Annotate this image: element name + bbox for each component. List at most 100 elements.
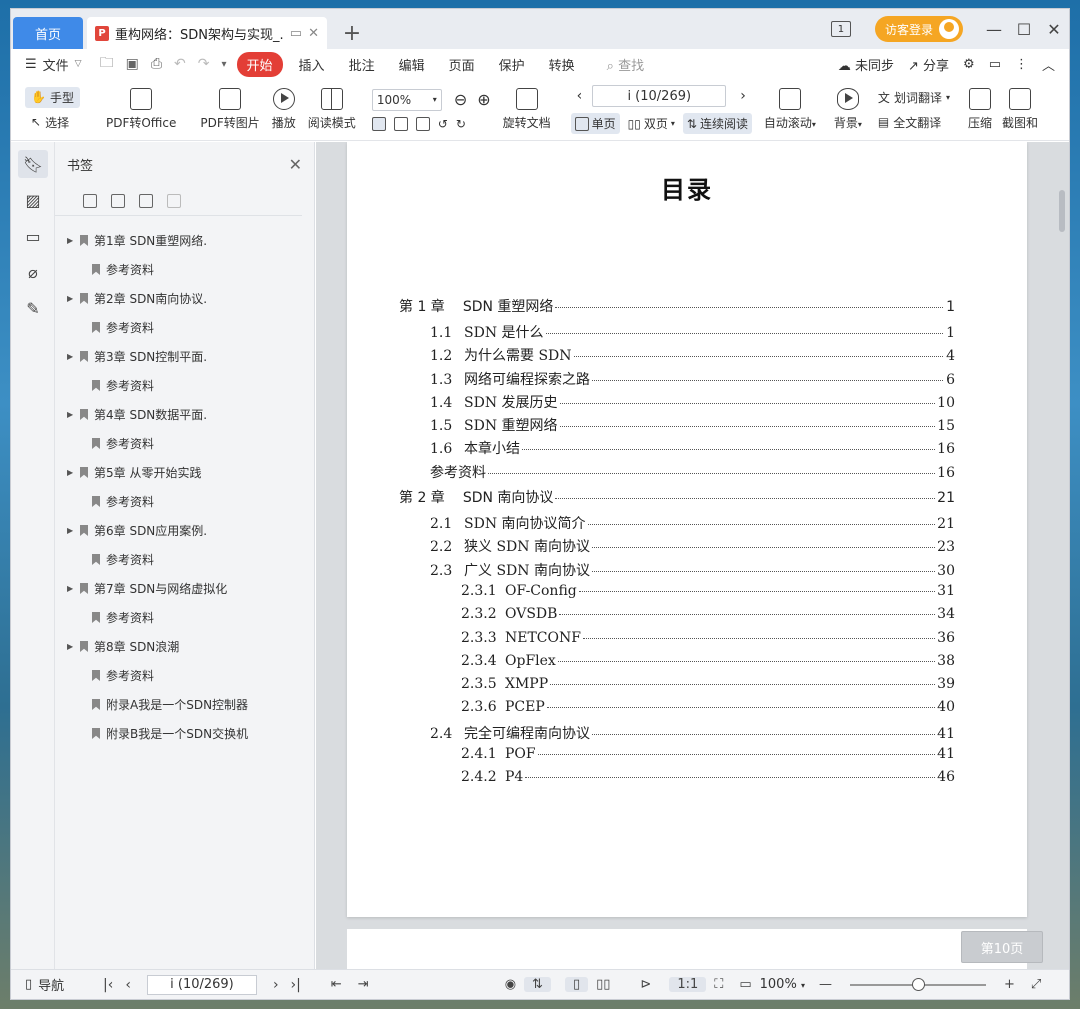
status-zoom-select[interactable]: 100% ▾ bbox=[760, 977, 805, 992]
undo-icon[interactable]: ↶ bbox=[168, 56, 192, 72]
zoom-select[interactable]: 100% ▾ bbox=[371, 88, 442, 111]
next-page-status-icon[interactable]: › bbox=[267, 977, 285, 993]
toc-entry[interactable]: 参考资料 16 bbox=[399, 462, 955, 485]
save-icon[interactable]: ▣ bbox=[120, 56, 145, 72]
bookmark-item[interactable]: ▶ 第7章 SDN与网络虚拟化 bbox=[55, 574, 314, 603]
toc-entry[interactable]: 2.4.2 P4 46 bbox=[399, 769, 955, 792]
single-page-status-icon[interactable]: ▯ bbox=[564, 977, 589, 992]
bookmark-item[interactable]: ▶ 第1章 SDN重塑网络. bbox=[55, 226, 314, 255]
double-page-status-icon[interactable]: ▯▯ bbox=[588, 977, 618, 992]
play-button[interactable]: 播放 bbox=[272, 88, 296, 131]
close-panel-icon[interactable]: ✕ bbox=[289, 155, 302, 174]
play-status-icon[interactable]: ⊳ bbox=[632, 977, 659, 992]
toc-entry[interactable]: 第 2 章 SDN 南向协议 21 bbox=[399, 487, 955, 513]
eye-mode-icon[interactable]: ◉ bbox=[497, 977, 524, 992]
zoom-out-status-icon[interactable]: — bbox=[811, 977, 840, 992]
fit-page-status-icon[interactable]: ⛶ bbox=[706, 977, 731, 992]
new-tab-button[interactable]: + bbox=[337, 17, 367, 49]
pdf-to-office-button[interactable]: PDF转Office bbox=[106, 88, 176, 131]
bookmark-icon[interactable] bbox=[139, 193, 153, 208]
word-translate-button[interactable]: 文划词翻译 ▾ bbox=[872, 87, 956, 108]
more-icon[interactable]: ⋮ bbox=[1015, 57, 1028, 72]
gear-icon[interactable]: ⚙ bbox=[963, 57, 975, 72]
monitor-icon[interactable]: ▭ bbox=[290, 26, 302, 41]
bookmark-item[interactable]: ▶ 第8章 SDN浪潮 bbox=[55, 632, 314, 661]
quick-access-dropdown-icon[interactable]: ▾ bbox=[216, 59, 233, 70]
toc-entry[interactable]: 1.4 SDN 发展历史 10 bbox=[399, 392, 955, 415]
bookmark-item[interactable]: ▶ 第5章 从零开始实践 bbox=[55, 458, 314, 487]
bookmark-item[interactable]: 参考资料 bbox=[55, 487, 314, 516]
next-page-icon[interactable]: › bbox=[730, 88, 756, 104]
tab-edit[interactable]: 编辑 bbox=[387, 55, 437, 74]
zoom-slider-knob[interactable] bbox=[911, 977, 925, 991]
delete-bookmark-icon[interactable] bbox=[167, 193, 181, 208]
bookmark-panel-icon[interactable]: 🔖︎ bbox=[18, 150, 48, 178]
bookmark-item[interactable]: ▶ 第6章 SDN应用案例. bbox=[55, 516, 314, 545]
toc-entry[interactable]: 2.3 广义 SDN 南向协议 30 bbox=[399, 560, 955, 583]
zoom-in-icon[interactable]: ⊕ bbox=[477, 90, 490, 109]
actual-size-icon[interactable] bbox=[371, 116, 386, 131]
bookmark-item[interactable]: 参考资料 bbox=[55, 371, 314, 400]
bookmark-item[interactable]: ▶ 第4章 SDN数据平面. bbox=[55, 400, 314, 429]
print-icon[interactable]: ⎙ bbox=[145, 56, 168, 72]
comment-panel-icon[interactable]: ▭ bbox=[18, 222, 48, 250]
auto-scroll-button[interactable]: 自动滚动▾ bbox=[764, 88, 816, 131]
fit-width-status-icon[interactable]: ▭ bbox=[731, 977, 759, 992]
bookmark-item[interactable]: 参考资料 bbox=[55, 255, 314, 284]
expand-arrow-icon[interactable]: ▶ bbox=[67, 236, 77, 245]
signature-icon[interactable]: ✎ bbox=[18, 294, 48, 322]
navigation-toggle[interactable]: ▯ 导航 bbox=[11, 975, 85, 994]
toc-entry[interactable]: 1.5 SDN 重塑网络 15 bbox=[399, 415, 955, 438]
hand-tool-button[interactable]: ✋ 手型 bbox=[25, 86, 80, 108]
expand-arrow-icon[interactable]: ▶ bbox=[67, 642, 77, 651]
document-view[interactable]: 目录 第 1 章 SDN 重塑网络 1 1.1 SDN 是什么 1 1.2 为什么需要 SDN… bbox=[316, 142, 1069, 969]
search-box[interactable]: ⌕ 查找 bbox=[607, 55, 644, 74]
first-page-icon[interactable]: |‹ bbox=[97, 977, 119, 993]
actual-size-status-icon[interactable]: 1:1 bbox=[669, 977, 707, 992]
sync-button[interactable]: ☁ 未同步 bbox=[838, 55, 894, 74]
status-page-input[interactable]: i (10/269) bbox=[146, 974, 257, 995]
continuous-status-icon[interactable]: ⇅ bbox=[524, 977, 551, 992]
close-tab-icon[interactable]: ✕ bbox=[308, 26, 319, 41]
tab-protect[interactable]: 保护 bbox=[487, 55, 537, 74]
home-tab[interactable]: 首页 bbox=[13, 17, 83, 49]
bookmark-item[interactable]: ▶ 第2章 SDN南向协议. bbox=[55, 284, 314, 313]
toc-entry[interactable]: 2.3.5 XMPP 39 bbox=[399, 676, 955, 699]
vertical-scrollbar[interactable] bbox=[1057, 142, 1067, 969]
add-child-bookmark-icon[interactable] bbox=[111, 193, 125, 208]
compress-button[interactable]: 压缩 bbox=[968, 88, 992, 131]
pdf-to-image-button[interactable]: PDF转图片 bbox=[200, 88, 260, 131]
last-page-icon[interactable]: ›| bbox=[285, 977, 307, 993]
full-translate-button[interactable]: ▤ 全文翻译 bbox=[872, 112, 956, 133]
rotate-left-icon[interactable]: ↺ bbox=[438, 117, 448, 131]
toc-entry[interactable]: 1.1 SDN 是什么 1 bbox=[399, 322, 955, 345]
prev-page-status-icon[interactable]: ‹ bbox=[119, 977, 137, 993]
scroll-thumb[interactable] bbox=[1059, 190, 1065, 232]
bookmark-item[interactable]: 参考资料 bbox=[55, 429, 314, 458]
toc-entry[interactable]: 1.2 为什么需要 SDN 4 bbox=[399, 345, 955, 368]
expand-arrow-icon[interactable]: ▶ bbox=[67, 294, 77, 303]
maximize-icon[interactable]: ☐ bbox=[1009, 20, 1039, 39]
continuous-read-button[interactable]: ⇅ 连续阅读 bbox=[682, 113, 752, 134]
file-menu[interactable]: ☰ 文件 ▽ bbox=[11, 55, 94, 74]
rotate-right-icon[interactable]: ↻ bbox=[456, 117, 466, 131]
tab-page[interactable]: 页面 bbox=[437, 55, 487, 74]
bookmark-item[interactable]: 参考资料 bbox=[55, 603, 314, 632]
forward-icon[interactable]: ⇥ bbox=[350, 977, 377, 992]
double-page-button[interactable]: ▯▯ 双页 ▾ bbox=[624, 113, 679, 134]
bookmark-item[interactable]: 附录A我是一个SDN控制器 bbox=[55, 690, 314, 719]
expand-arrow-icon[interactable]: ▶ bbox=[67, 584, 77, 593]
attachment-icon[interactable]: ⌀ bbox=[18, 258, 48, 286]
tab-annotate[interactable]: 批注 bbox=[337, 55, 387, 74]
expand-arrow-icon[interactable]: ▶ bbox=[67, 410, 77, 419]
comment-icon[interactable]: ▭ bbox=[989, 57, 1001, 72]
expand-arrow-icon[interactable]: ▶ bbox=[67, 526, 77, 535]
tab-convert[interactable]: 转换 bbox=[537, 55, 587, 74]
screenshot-button[interactable]: 截图和 bbox=[1002, 88, 1038, 131]
toc-entry[interactable]: 2.3.3 NETCONF 36 bbox=[399, 630, 955, 653]
document-tab[interactable]: P 重构网络：SDN架构与实现_.pdf ▭ ✕ bbox=[87, 17, 327, 49]
expand-arrow-icon[interactable]: ▶ bbox=[67, 352, 77, 361]
collapse-ribbon-icon[interactable]: ︿ bbox=[1042, 55, 1055, 74]
bookmark-item[interactable]: ▶ 第3章 SDN控制平面. bbox=[55, 342, 314, 371]
thumbnail-icon[interactable]: ▨ bbox=[18, 186, 48, 214]
